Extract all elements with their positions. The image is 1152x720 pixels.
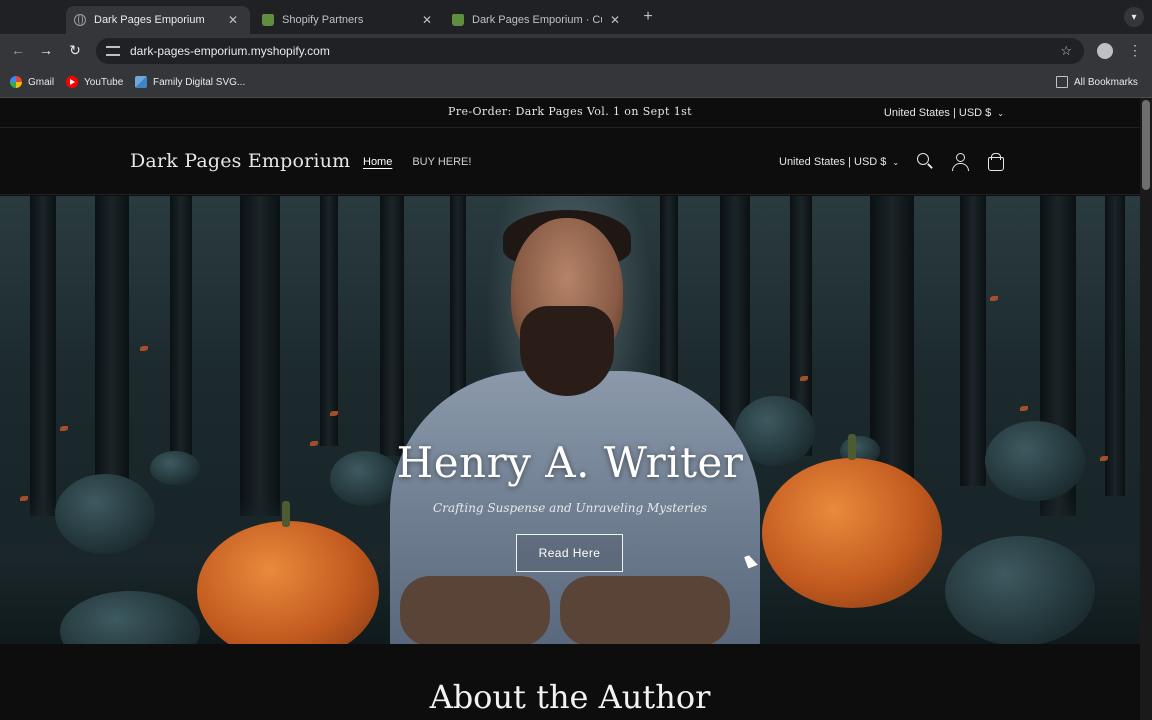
main-nav: Home BUY HERE! [363, 156, 471, 168]
search-icon[interactable] [916, 152, 934, 170]
browser-toolbar: ← → ↻ dark-pages-emporium.myshopify.com … [0, 34, 1152, 68]
bookmarks-bar: Gmail YouTube Family Digital SVG... All … [0, 68, 1152, 98]
leaf [1020, 406, 1028, 411]
arrow-left-icon: ← [11, 42, 25, 58]
leaf [800, 376, 808, 381]
leaf [60, 426, 68, 431]
locale-label: United States | USD $ [779, 156, 887, 168]
bookmark-family-digital[interactable]: Family Digital SVG... [135, 76, 245, 88]
all-bookmarks-label: All Bookmarks [1074, 76, 1138, 88]
close-icon[interactable]: ✕ [226, 13, 240, 27]
family-digital-icon [135, 76, 147, 88]
leaf [140, 346, 148, 351]
store-logo[interactable]: Dark Pages Emporium [130, 150, 350, 172]
chevron-down-icon: ▾ [1131, 11, 1137, 23]
address-bar[interactable]: dark-pages-emporium.myshopify.com ☆ [96, 38, 1084, 64]
all-bookmarks-button[interactable]: All Bookmarks [1056, 76, 1138, 88]
read-here-button[interactable]: Read Here [516, 534, 623, 572]
close-icon[interactable]: ✕ [420, 13, 434, 27]
close-icon[interactable]: ✕ [608, 13, 622, 27]
chevron-down-icon: ⌄ [892, 158, 900, 167]
hero-subtitle: Crafting Suspense and Unraveling Mysteri… [433, 501, 707, 515]
leaf [330, 411, 338, 416]
profile-avatar[interactable] [1097, 43, 1113, 59]
bookmark-youtube[interactable]: YouTube [66, 76, 123, 88]
new-tab-button[interactable]: + [640, 8, 656, 26]
tab-title: Dark Pages Emporium [94, 14, 205, 26]
bookmark-label: Family Digital SVG... [153, 76, 246, 88]
reload-button[interactable]: ↻ [66, 42, 84, 59]
arrow-right-icon: → [39, 42, 53, 58]
youtube-icon [66, 76, 78, 88]
tree-trunk [450, 196, 466, 416]
reload-icon: ↻ [69, 42, 81, 58]
tree-trunk [380, 196, 404, 456]
shopify-icon [262, 14, 274, 26]
site-info-icon[interactable] [106, 46, 120, 56]
pumpkin [945, 536, 1095, 644]
shopify-icon [452, 14, 464, 26]
store-header: Dark Pages Emporium Home BUY HERE! Unite… [0, 128, 1140, 195]
folder-icon [1056, 76, 1068, 88]
tree-trunk [170, 196, 192, 476]
page-scrollbar[interactable] [1140, 98, 1152, 720]
tree-trunk [320, 196, 338, 446]
bookmark-label: Gmail [28, 76, 55, 88]
url-text[interactable]: dark-pages-emporium.myshopify.com [130, 44, 1060, 58]
tab-title: Shopify Partners [282, 14, 364, 26]
tab-strip: Dark Pages Emporium ✕ Shopify Partners ✕… [0, 0, 1152, 34]
globe-icon [74, 14, 86, 26]
account-icon[interactable] [951, 152, 969, 171]
nav-buy-here[interactable]: BUY HERE! [412, 156, 471, 168]
bookmark-star-icon[interactable]: ☆ [1060, 43, 1072, 59]
chevron-down-icon: ⌄ [997, 109, 1004, 118]
store-page: Pre-Order: Dark Pages Vol. 1 on Sept 1st… [0, 98, 1140, 720]
forward-button[interactable]: → [37, 42, 55, 58]
hero-title: Henry A. Writer [396, 438, 744, 487]
back-button[interactable]: ← [9, 42, 27, 58]
locale-selector-header[interactable]: United States | USD $ ⌄ [779, 156, 899, 168]
hero-banner: Henry A. Writer Crafting Suspense and Un… [0, 196, 1140, 644]
more-menu-icon[interactable]: ⋮ [1128, 42, 1142, 59]
tab-title: Dark Pages Emporium · Custo [472, 14, 602, 26]
nav-home[interactable]: Home [363, 156, 392, 168]
about-heading: About the Author [429, 678, 711, 716]
author-beard [520, 306, 614, 396]
tab-shopify-partners[interactable]: Shopify Partners ✕ [254, 6, 444, 34]
locale-label: United States | USD $ [883, 107, 992, 119]
leaf [990, 296, 998, 301]
tab-dark-pages-emporium[interactable]: Dark Pages Emporium ✕ [66, 6, 250, 34]
bookmark-gmail[interactable]: Gmail [10, 76, 54, 88]
cart-icon[interactable] [986, 152, 1004, 171]
announcement-bar: Pre-Order: Dark Pages Vol. 1 on Sept 1st… [0, 98, 1140, 128]
tab-search-button[interactable]: ▾ [1124, 7, 1144, 27]
scrollbar-thumb[interactable] [1142, 100, 1150, 190]
author-arm [560, 576, 730, 644]
google-icon [10, 76, 22, 88]
author-arm [400, 576, 550, 644]
bookmark-label: YouTube [84, 76, 124, 88]
tab-dark-pages-customize[interactable]: Dark Pages Emporium · Custo ✕ [444, 6, 632, 34]
locale-selector-top[interactable]: United States | USD $ ⌄ [884, 107, 1004, 119]
